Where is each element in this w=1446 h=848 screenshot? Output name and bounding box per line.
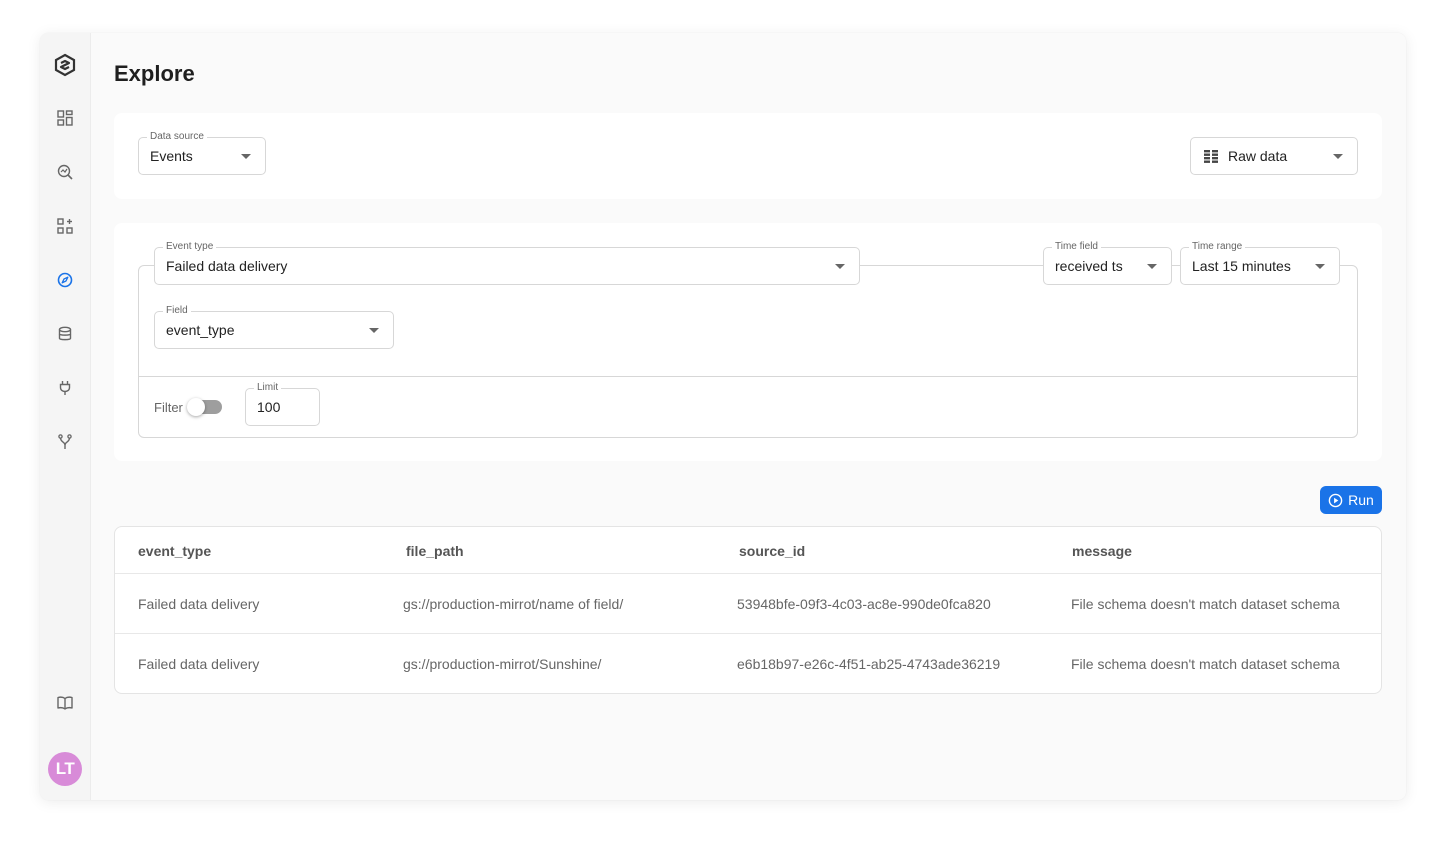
column-header-event-type[interactable]: event_type — [138, 543, 211, 559]
database-icon[interactable] — [55, 324, 75, 344]
column-header-source-id[interactable]: source_id — [739, 543, 805, 559]
field-label: Field — [163, 305, 191, 317]
cell-file-path: gs://production-mirrot/name of field/ — [403, 596, 624, 612]
app-window: LT Explore Data source Events Raw data F… — [40, 33, 1406, 800]
sidebar: LT — [40, 33, 91, 800]
chevron-down-icon — [241, 154, 251, 159]
plug-icon[interactable] — [55, 378, 75, 398]
table-row[interactable]: Failed data delivery gs://production-mir… — [115, 633, 1381, 693]
source-bar: Data source Events Raw data — [114, 113, 1382, 199]
query-frame: Filter Limit 100 — [138, 265, 1358, 438]
run-button[interactable]: Run — [1320, 486, 1382, 514]
table-row[interactable]: Failed data delivery gs://production-mir… — [115, 573, 1381, 633]
fork-icon[interactable] — [55, 432, 75, 452]
time-field-value: received ts — [1055, 258, 1123, 274]
field-value: event_type — [166, 322, 235, 338]
time-field-select[interactable]: Time field received ts — [1043, 241, 1172, 285]
event-type-label: Event type — [163, 241, 217, 253]
cell-source-id: 53948bfe-09f3-4c03-ac8e-990de0fca820 — [737, 596, 991, 612]
data-source-label: Data source — [147, 131, 207, 143]
chevron-down-icon — [835, 264, 845, 269]
cell-message: File schema doesn't match dataset schema — [1071, 656, 1340, 672]
page-title: Explore — [114, 61, 195, 86]
cell-file-path: gs://production-mirrot/Sunshine/ — [403, 656, 602, 672]
avatar[interactable]: LT — [48, 752, 82, 786]
cell-event-type: Failed data delivery — [138, 656, 260, 672]
table-grid-icon — [1204, 150, 1218, 168]
apps-add-icon[interactable] — [55, 216, 75, 236]
time-field-label: Time field — [1052, 241, 1101, 253]
chevron-down-icon — [1147, 264, 1157, 269]
limit-label: Limit — [254, 382, 282, 394]
filter-label: Filter — [154, 400, 183, 415]
dashboard-icon[interactable] — [55, 108, 75, 128]
query-builder: Filter Limit 100 Event type Failed data … — [114, 223, 1382, 461]
column-header-message[interactable]: message — [1072, 543, 1132, 559]
chevron-down-icon — [1315, 264, 1325, 269]
time-range-value: Last 15 minutes — [1192, 258, 1291, 274]
search-analytics-icon[interactable] — [55, 162, 75, 182]
results-table: event_type file_path source_id message F… — [114, 526, 1382, 694]
logo-icon[interactable] — [53, 53, 77, 77]
filter-toggle[interactable] — [187, 398, 222, 416]
event-type-select[interactable]: Event type Failed data delivery — [154, 241, 860, 285]
data-source-value: Events — [150, 148, 193, 164]
toggle-knob — [187, 398, 205, 416]
play-circle-icon — [1328, 493, 1343, 507]
chevron-down-icon — [369, 328, 379, 333]
view-mode-select[interactable]: Raw data — [1190, 137, 1358, 175]
run-label: Run — [1348, 492, 1374, 508]
time-range-select[interactable]: Time range Last 15 minutes — [1180, 241, 1340, 285]
limit-value: 100 — [257, 399, 281, 415]
cell-message: File schema doesn't match dataset schema — [1071, 596, 1340, 612]
view-mode-value: Raw data — [1228, 148, 1288, 164]
data-source-select[interactable]: Data source Events — [138, 131, 266, 175]
column-header-file-path[interactable]: file_path — [406, 543, 464, 559]
chevron-down-icon — [1333, 154, 1343, 159]
cell-source-id: e6b18b97-e26c-4f51-ab25-4743ade36219 — [737, 656, 1001, 672]
limit-input[interactable]: Limit 100 — [245, 382, 320, 426]
explore-compass-icon[interactable] — [55, 270, 75, 290]
field-select[interactable]: Field event_type — [154, 305, 394, 349]
divider — [139, 376, 1357, 377]
cell-event-type: Failed data delivery — [138, 596, 260, 612]
time-range-label: Time range — [1189, 241, 1246, 253]
book-icon[interactable] — [55, 693, 75, 713]
event-type-value: Failed data delivery — [166, 258, 288, 274]
